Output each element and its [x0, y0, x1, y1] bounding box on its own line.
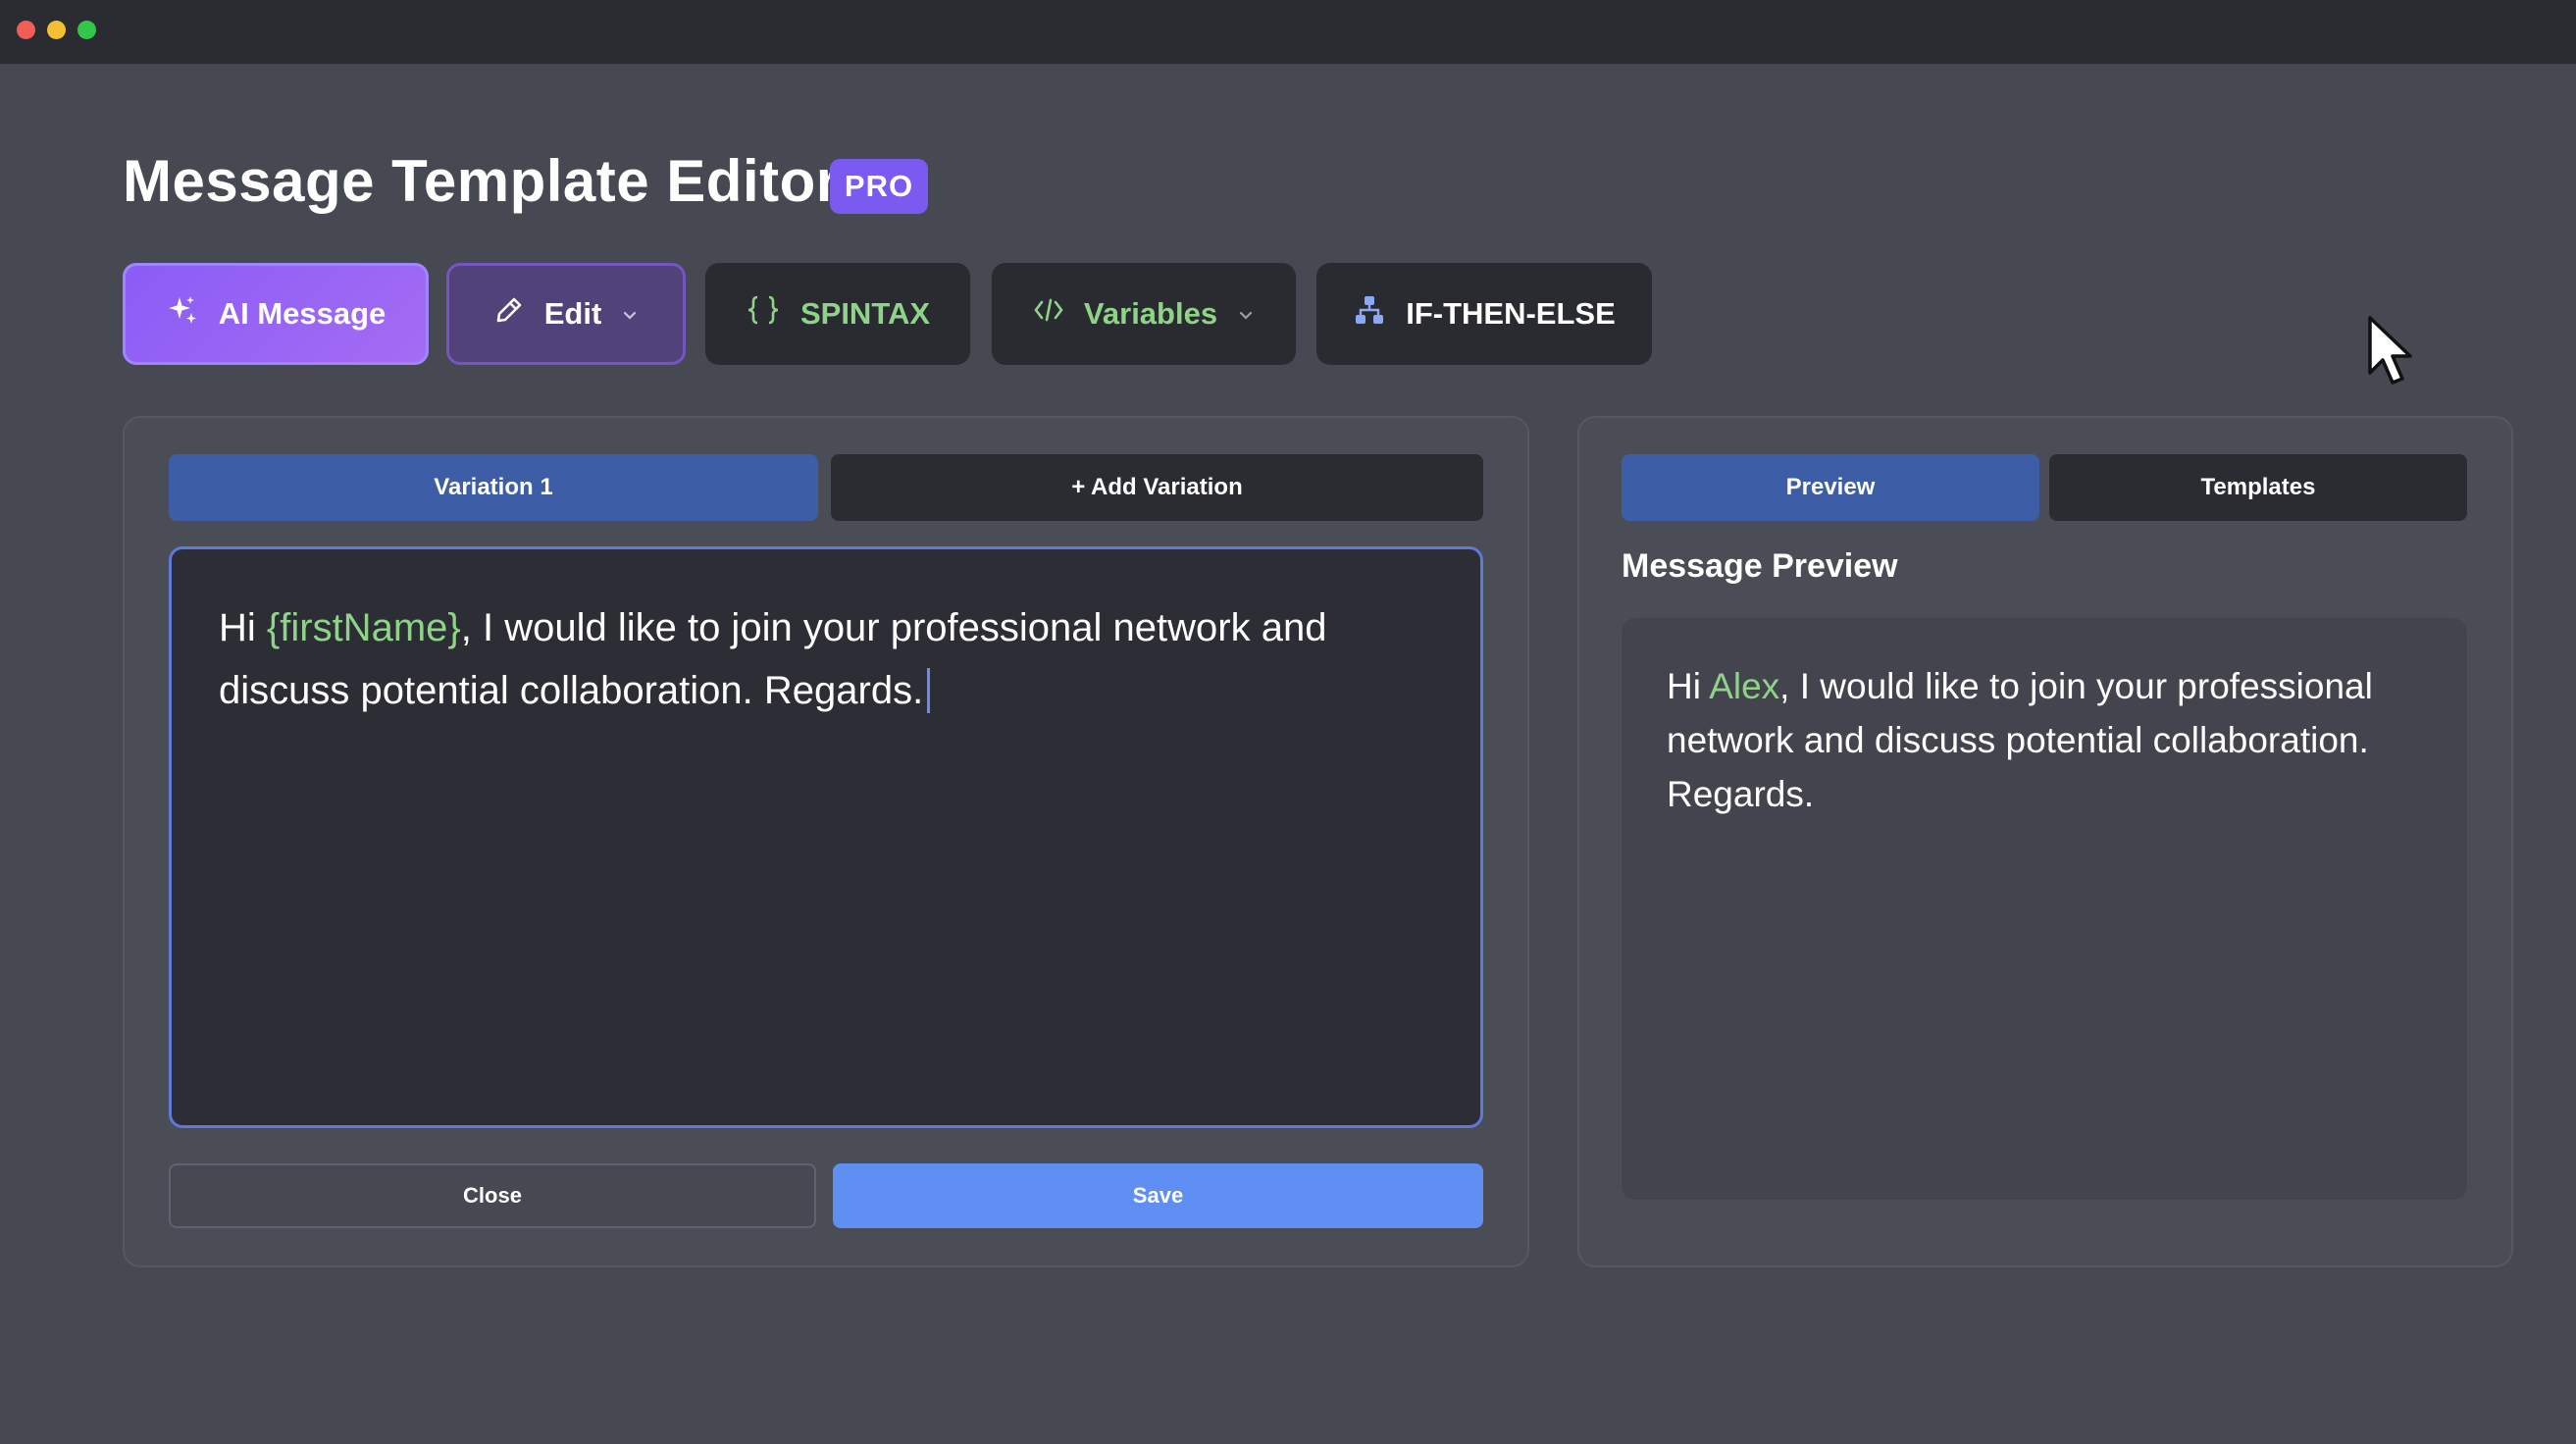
page-title: Message Template Editor: [123, 148, 840, 214]
message-editor-textarea[interactable]: Hi {firstName}, I would like to join you…: [169, 546, 1483, 1128]
window-titlebar: [0, 0, 2576, 64]
spintax-button[interactable]: SPINTAX: [705, 263, 970, 365]
branch-icon: [1353, 293, 1386, 335]
add-variation-button[interactable]: + Add Variation: [831, 454, 1483, 521]
chevron-down-icon: [1237, 296, 1255, 332]
ai-message-label: AI Message: [218, 296, 386, 331]
preview-text-start: Hi: [1667, 666, 1710, 706]
braces-icon: [746, 294, 781, 334]
chevron-down-icon: [621, 296, 639, 332]
message-preview-heading: Message Preview: [1622, 547, 1898, 585]
text-caret: [927, 668, 931, 713]
maximize-window-button[interactable]: [77, 21, 96, 39]
if-then-else-label: IF-THEN-ELSE: [1406, 296, 1616, 331]
save-button[interactable]: Save: [833, 1163, 1483, 1228]
message-text-start: Hi: [219, 606, 267, 649]
message-variable-token: {firstName}: [266, 606, 461, 649]
ai-message-button[interactable]: AI Message: [123, 263, 429, 365]
close-window-button[interactable]: [17, 21, 35, 39]
sparkles-icon: [166, 293, 199, 335]
code-icon: [1033, 294, 1064, 334]
preview-variable-value: Alex: [1709, 666, 1780, 706]
variables-label: Variables: [1083, 296, 1218, 331]
spintax-label: SPINTAX: [799, 296, 931, 331]
close-button[interactable]: Close: [169, 1163, 816, 1228]
if-then-else-button[interactable]: IF-THEN-ELSE: [1316, 263, 1652, 365]
edit-dropdown-button[interactable]: Edit: [446, 263, 686, 365]
tab-templates[interactable]: Templates: [2049, 454, 2467, 521]
variables-dropdown-button[interactable]: Variables: [992, 263, 1296, 365]
message-preview-box: Hi Alex, I would like to join your profe…: [1622, 618, 2467, 1200]
mouse-cursor-icon: [2364, 314, 2423, 393]
pencil-icon: [493, 294, 525, 334]
tab-variation-1[interactable]: Variation 1: [169, 454, 818, 521]
minimize-window-button[interactable]: [47, 21, 66, 39]
pro-badge: PRO: [830, 159, 928, 214]
edit-label: Edit: [543, 296, 602, 331]
tab-preview[interactable]: Preview: [1622, 454, 2039, 521]
